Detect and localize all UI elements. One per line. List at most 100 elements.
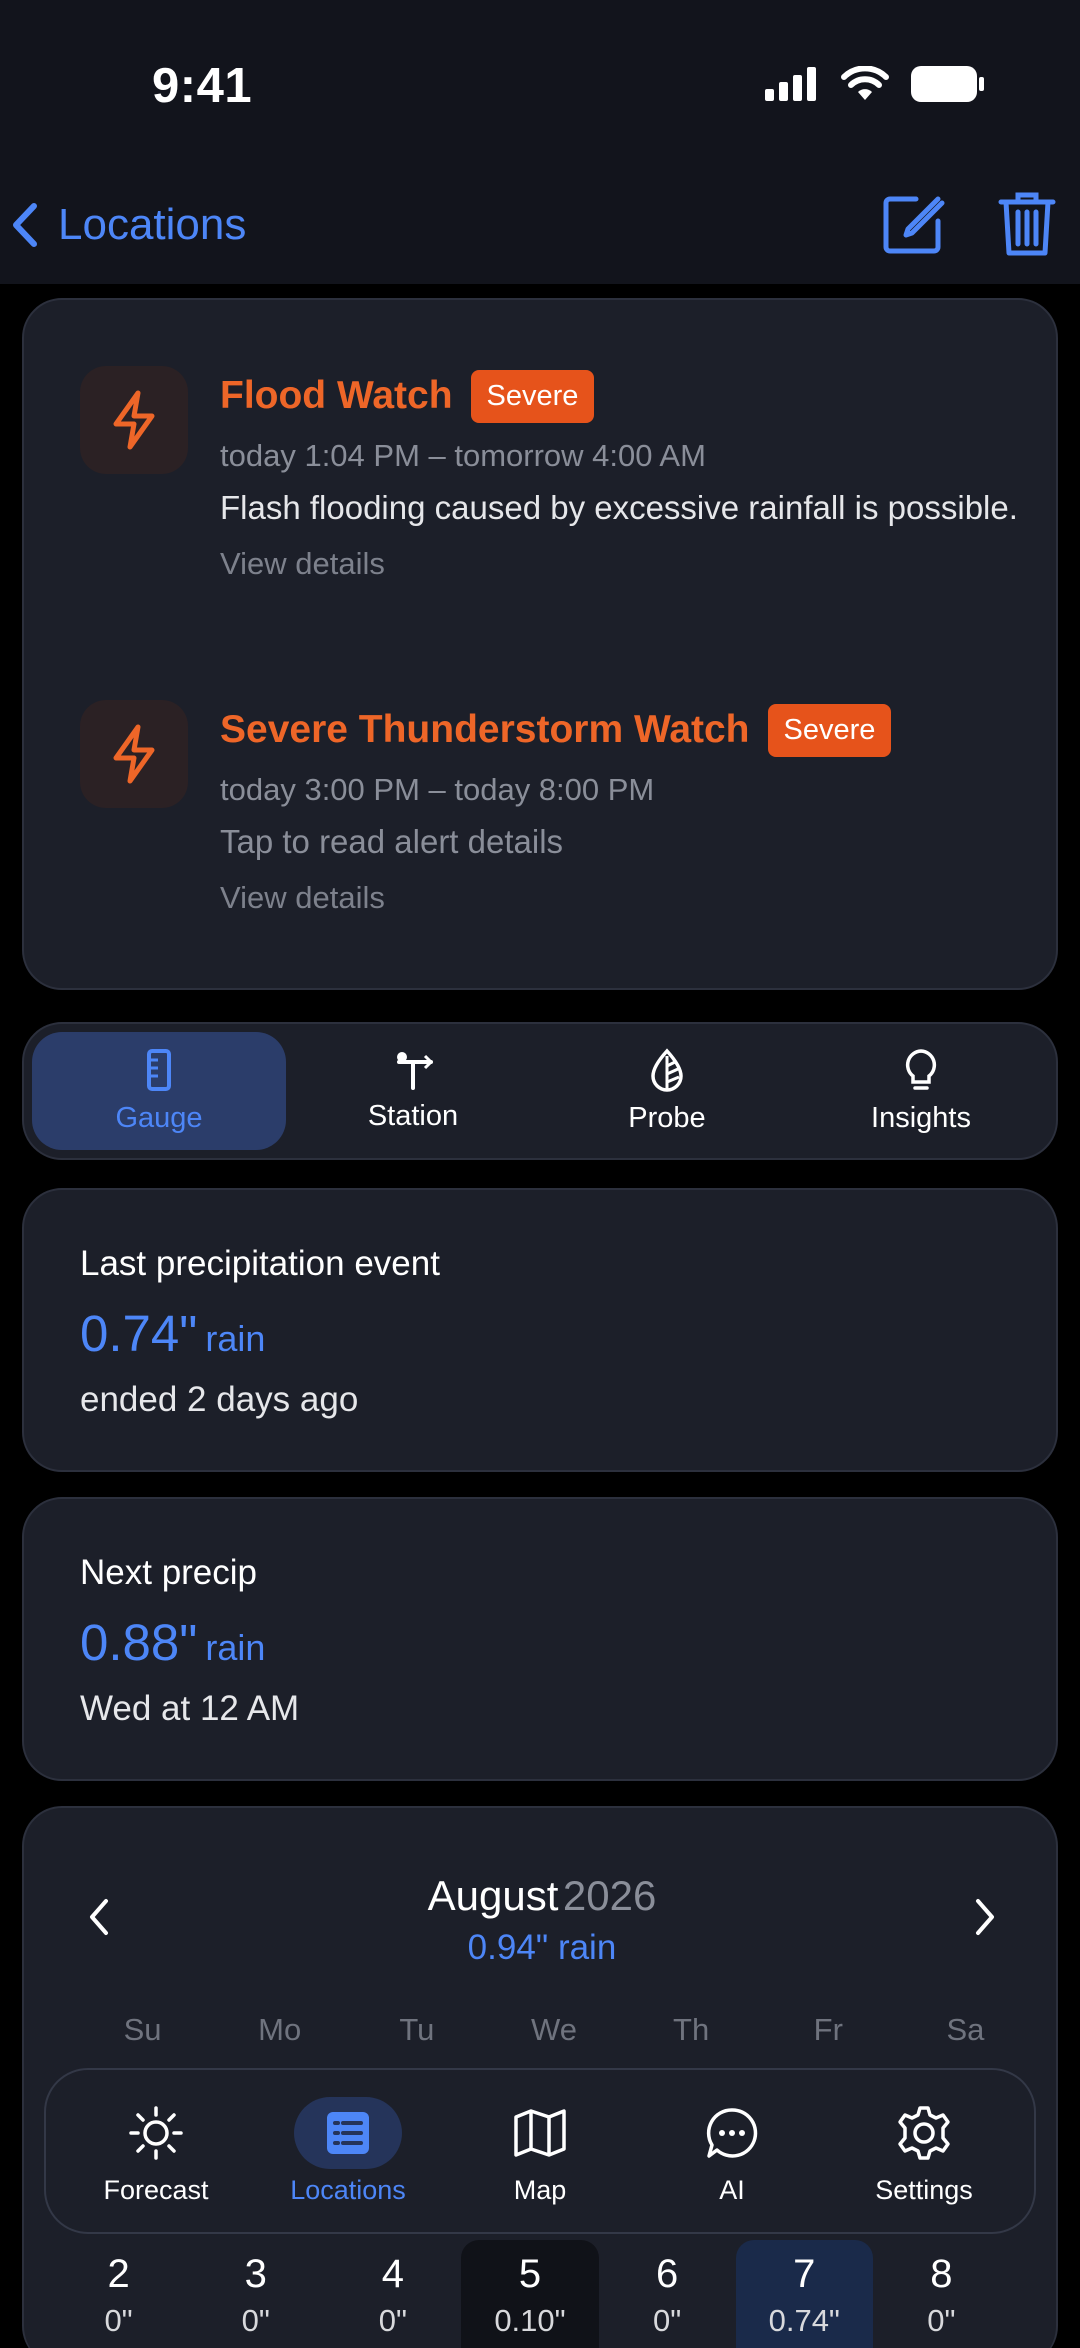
- calendar-day[interactable]: 5 0.10": [461, 2240, 599, 2348]
- tabbar-forecast[interactable]: Forecast: [60, 2070, 252, 2232]
- day-number: 5: [518, 2252, 542, 2296]
- tab-label: Probe: [628, 1101, 706, 1134]
- tab-insights[interactable]: Insights: [794, 1032, 1048, 1150]
- day-number: 2: [107, 2252, 130, 2296]
- weekday-label: Th: [673, 2012, 710, 2047]
- tabbar-settings[interactable]: Settings: [828, 2070, 1020, 2232]
- day-number: 4: [381, 2252, 404, 2296]
- back-button[interactable]: Locations: [12, 200, 246, 250]
- day-amount: 0": [104, 2303, 133, 2338]
- day-number: 7: [793, 2252, 816, 2296]
- alert-description: Flash flooding caused by excessive rainf…: [220, 489, 1018, 526]
- top-bar: 9:41 Locations: [0, 0, 1080, 284]
- last-precip-amount: 0.74": [80, 1305, 198, 1362]
- tab-label: Station: [367, 1099, 459, 1132]
- last-precip-card[interactable]: Last precipitation event 0.74" rain ended…: [22, 1188, 1058, 1472]
- last-precip-subtitle: ended 2 days ago: [80, 1380, 359, 1419]
- alert-title: Flood Watch: [220, 374, 453, 417]
- calendar-week-row: 2 0" 3 0" 4 0" 5 0.10" 6 0" 7 0.74" 8 0": [50, 2240, 1010, 2348]
- alert-title: Severe Thunderstorm Watch: [220, 708, 750, 751]
- weekday-label: Fr: [813, 2012, 843, 2047]
- tab-station[interactable]: Station: [286, 1032, 540, 1150]
- lightning-icon: [80, 366, 188, 474]
- tab-probe[interactable]: Probe: [540, 1032, 794, 1150]
- day-amount: 0.10": [494, 2303, 566, 2338]
- tabbar-locations[interactable]: Locations: [252, 2070, 444, 2232]
- calendar-day[interactable]: 6 0": [599, 2240, 736, 2348]
- alert-description: Tap to read alert details: [220, 823, 564, 860]
- tabbar-label: Settings: [875, 2174, 973, 2205]
- status-time: 9:41: [152, 59, 253, 113]
- lightning-icon: [80, 700, 188, 808]
- chevron-left-icon: [13, 203, 37, 247]
- tabbar-ai[interactable]: AI: [636, 2070, 828, 2232]
- lightbulb-icon: [905, 1048, 937, 1090]
- day-number: 8: [930, 2252, 953, 2296]
- day-amount: 0.74": [768, 2303, 840, 2338]
- chevron-right-icon: [976, 1899, 994, 1935]
- navigation-bar: Locations: [0, 190, 1080, 286]
- alerts-card: Flood Watch Severe today 1:04 PM – tomor…: [22, 298, 1058, 990]
- next-precip-label: Next precip: [80, 1553, 258, 1592]
- view-details-link[interactable]: View details: [220, 546, 1040, 582]
- probe-icon: [651, 1047, 683, 1092]
- next-month-button[interactable]: [974, 1898, 996, 1941]
- weekday-label: Sa: [946, 2012, 985, 2047]
- severity-badge: Severe: [767, 703, 892, 757]
- sun-icon: [102, 2097, 210, 2169]
- next-precip-subtitle: Wed at 12 AM: [80, 1689, 300, 1728]
- chat-icon: [678, 2097, 786, 2169]
- tabbar-label: AI: [719, 2174, 745, 2205]
- tabbar-label: Forecast: [103, 2174, 209, 2205]
- back-label: Locations: [58, 200, 247, 249]
- weekday-header: Su Mo Tu We Th Fr Sa: [74, 2012, 1034, 2048]
- tabbar-map[interactable]: Map: [444, 2070, 636, 2232]
- day-amount: 0": [927, 2303, 956, 2338]
- tab-gauge[interactable]: Gauge: [32, 1032, 286, 1150]
- next-precip-amount: 0.88": [80, 1614, 198, 1671]
- next-precip-value: 0.88" rain: [80, 1613, 265, 1672]
- last-precip-label: Last precipitation event: [80, 1244, 440, 1283]
- day-number: 3: [244, 2252, 267, 2296]
- view-details-link[interactable]: View details: [220, 880, 1040, 916]
- weekday-label: We: [531, 2012, 577, 2047]
- wifi-icon: [841, 66, 889, 100]
- weekday-label: Tu: [399, 2012, 435, 2047]
- day-amount: 0": [241, 2303, 270, 2338]
- gear-icon: [870, 2097, 978, 2169]
- tab-label: Gauge: [115, 1101, 203, 1134]
- calendar-year: 2026: [562, 1872, 657, 1919]
- calendar-day[interactable]: 8 0": [873, 2240, 1010, 2348]
- next-precip-card[interactable]: Next precip 0.88" rain Wed at 12 AM: [22, 1497, 1058, 1781]
- map-icon: [486, 2097, 594, 2169]
- signal-icon: [765, 67, 816, 101]
- alert-time: today 3:00 PM – today 8:00 PM: [220, 772, 655, 807]
- tab-bar: Forecast Locations Map AI Settings: [44, 2068, 1036, 2234]
- last-precip-value: 0.74" rain: [80, 1304, 265, 1363]
- calendar-total: 0.94" rain: [467, 1928, 617, 1967]
- weekday-label: Mo: [258, 2012, 302, 2047]
- alert-time: today 1:04 PM – tomorrow 4:00 AM: [220, 438, 706, 473]
- next-precip-unit: rain: [205, 1627, 266, 1668]
- weekday-label: Su: [123, 2012, 162, 2047]
- day-amount: 0": [378, 2303, 407, 2338]
- severity-badge: Severe: [470, 369, 595, 423]
- day-number: 6: [656, 2252, 679, 2296]
- calendar-title: August 2026: [24, 1872, 1060, 1920]
- calendar-day-selected[interactable]: 7 0.74": [735, 2240, 873, 2348]
- station-icon: [397, 1051, 434, 1090]
- tab-label: Insights: [871, 1101, 971, 1134]
- calendar-day[interactable]: 4 0": [324, 2240, 461, 2348]
- last-precip-unit: rain: [205, 1318, 266, 1359]
- day-amount: 0": [653, 2303, 682, 2338]
- trash-icon[interactable]: [998, 190, 1056, 258]
- tabbar-label: Locations: [290, 2174, 406, 2205]
- list-icon: [294, 2096, 402, 2169]
- calendar-day[interactable]: 3 0": [187, 2240, 324, 2348]
- calendar-month: August: [427, 1872, 559, 1919]
- ruler-icon: [147, 1048, 171, 1091]
- battery-icon: [911, 66, 984, 102]
- tabbar-label: Map: [513, 2174, 567, 2205]
- edit-icon[interactable]: [880, 191, 946, 257]
- calendar-day[interactable]: 2 0": [50, 2240, 187, 2348]
